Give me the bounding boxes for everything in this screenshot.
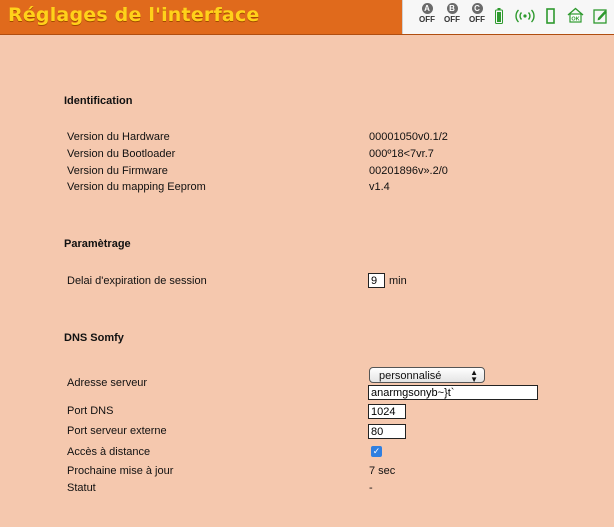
status-b-state: OFF [444,15,460,24]
port-dns-label: Port DNS [67,405,114,417]
server-address-input[interactable] [368,385,538,400]
session-timeout-label: Delai d'expiration de session [67,275,207,287]
session-timeout-input[interactable] [368,273,385,288]
server-mode-value: personnalisé [379,370,442,382]
firmware-version-label: Version du Firmware [67,165,168,177]
page-title: Réglages de l'interface [8,4,260,26]
status-c[interactable]: C OFF [465,3,489,24]
status-c-icon: C [471,3,483,14]
home-ok-icon[interactable]: OK [567,7,584,26]
eeprom-mapping-value: v1.4 [369,181,390,193]
port-external-input[interactable] [368,424,406,439]
status-panel: A OFF B OFF C OFF OK [402,0,614,34]
bootloader-version-value: 000º18<7vr.7 [369,148,434,160]
status-value: - [369,482,373,494]
firmware-version-value: 00201896v».2/0 [369,165,448,177]
door-icon[interactable] [546,8,555,27]
hardware-version-value: 00001050v0.1/2 [369,131,448,143]
status-label: Statut [67,482,96,494]
status-b[interactable]: B OFF [440,3,464,24]
status-a-state: OFF [419,15,435,24]
remote-access-checkbox[interactable]: ✓ [371,446,382,457]
select-arrow-down-icon: ▼ [470,375,478,384]
status-b-icon: B [446,3,458,14]
home-ok-label: OK [571,17,579,23]
remote-access-label: Accès à distance [67,446,151,458]
signal-icon[interactable] [515,9,535,26]
status-a-icon: A [421,3,433,14]
battery-icon[interactable] [495,8,503,27]
header-bar: Réglages de l'interface A OFF B OFF C OF… [0,0,614,35]
section-parametrage: Paramètrage [64,238,131,250]
server-mode-select[interactable]: personnalisé ▲ ▼ [369,367,485,384]
hardware-version-label: Version du Hardware [67,131,170,143]
port-external-label: Port serveur externe [67,425,167,437]
section-identification: Identification [64,95,133,107]
session-timeout-unit: min [389,275,407,287]
next-update-label: Prochaine mise à jour [67,465,174,477]
status-a[interactable]: A OFF [415,3,439,24]
edit-icon[interactable] [593,8,608,27]
section-dns-somfy: DNS Somfy [64,332,124,344]
server-address-label: Adresse serveur [67,377,148,389]
select-arrow-up-icon: ▲ ▼ [470,368,478,384]
status-c-state: OFF [469,15,485,24]
bootloader-version-label: Version du Bootloader [67,148,176,160]
eeprom-mapping-label: Version du mapping Eeprom [67,181,206,193]
port-dns-input[interactable] [368,404,406,419]
next-update-value: 7 sec [369,465,396,477]
